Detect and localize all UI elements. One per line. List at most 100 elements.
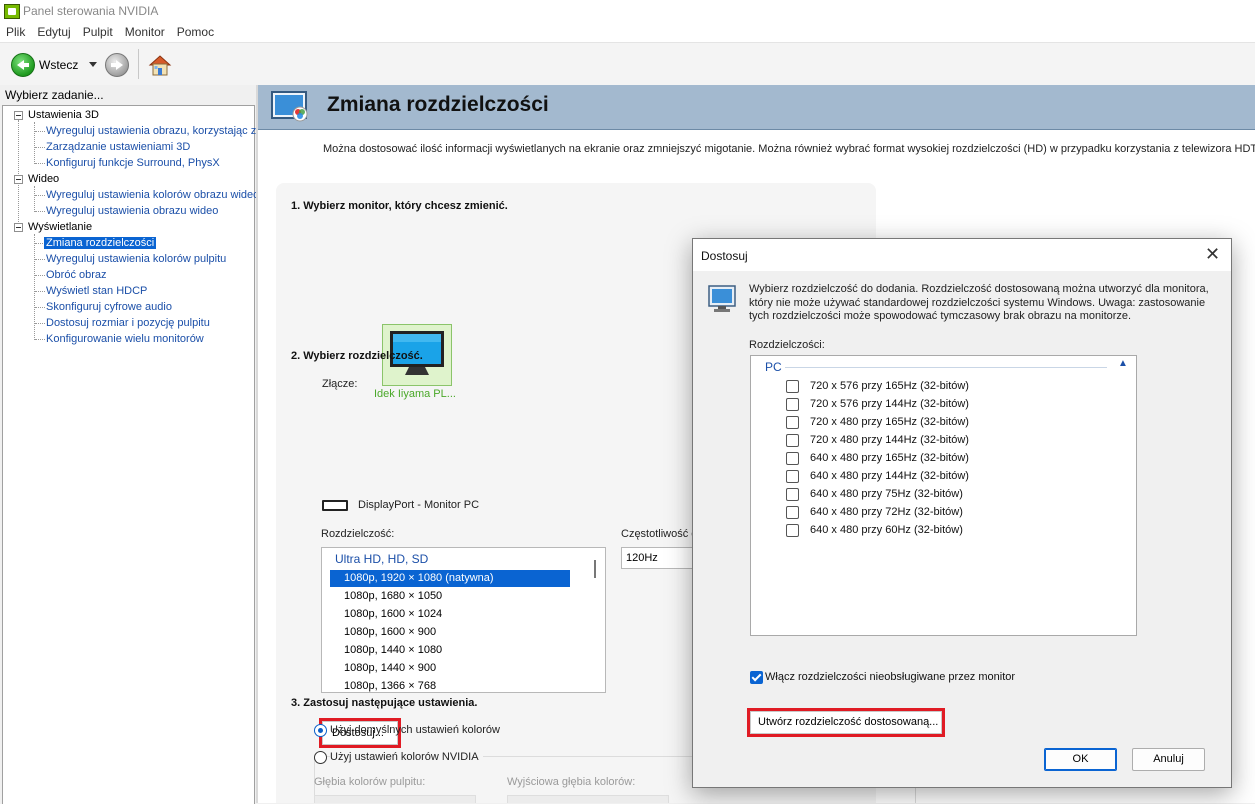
resolution-item[interactable]: 640 x 480 przy 72Hz (32-bitów) — [810, 506, 963, 518]
cancel-button[interactable]: Anuluj — [1132, 748, 1205, 771]
toolbar-separator — [138, 49, 139, 79]
sidebar-item-video-color[interactable]: Wyreguluj ustawienia kolorów obrazu wide… — [46, 189, 259, 201]
task-panel-title: Wybierz zadanie... — [5, 88, 104, 102]
collapse-icon[interactable] — [14, 175, 23, 184]
home-icon[interactable] — [148, 53, 172, 77]
resolution-item[interactable]: 640 x 480 przy 165Hz (32-bitów) — [810, 452, 969, 464]
resolution-item[interactable]: 640 x 480 przy 144Hz (32-bitów) — [810, 470, 969, 482]
sidebar-item-digital-audio[interactable]: Skonfiguruj cyfrowe audio — [46, 301, 172, 313]
resolution-checkbox[interactable] — [786, 416, 799, 429]
menu-pomoc[interactable]: Pomoc — [171, 22, 220, 42]
nvidia-logo-icon — [4, 4, 20, 19]
resolution-option[interactable]: 1080p, 1440 × 1080 — [330, 642, 570, 659]
sidebar-item-change-resolution[interactable]: Zmiana rozdzielczości — [44, 237, 157, 249]
dialog-resolutions-label: Rozdzielczości: — [749, 339, 825, 351]
desktop-depth-label: Głębia kolorów pulpitu: — [314, 776, 426, 788]
sidebar-item-multi-monitor[interactable]: Konfigurowanie wielu monitorów — [46, 333, 204, 345]
resolution-option[interactable]: 1080p, 1680 × 1050 — [330, 588, 570, 605]
sidebar-item-desktop-size[interactable]: Dostosuj rozmiar i pozycję pulpitu — [46, 317, 210, 329]
resolution-group-pc[interactable]: PC — [765, 360, 782, 374]
resolution-checkbox[interactable] — [786, 470, 799, 483]
tree-connector — [35, 211, 45, 212]
ok-button[interactable]: OK — [1044, 748, 1117, 771]
resolution-list[interactable]: Ultra HD, HD, SD 1080p, 1920 × 1080 (nat… — [321, 547, 606, 693]
resolution-item[interactable]: 720 x 480 przy 165Hz (32-bitów) — [810, 416, 969, 428]
page-banner: Zmiana rozdzielczości — [258, 85, 1255, 130]
menu-plik[interactable]: Plik — [0, 22, 31, 42]
resolution-item[interactable]: 720 x 576 przy 165Hz (32-bitów) — [810, 380, 969, 392]
back-dropdown-chevron-icon[interactable] — [89, 62, 97, 67]
tree-group-3d[interactable]: Ustawienia 3D — [28, 109, 99, 121]
sidebar-item-hdcp[interactable]: Wyświetl stan HDCP — [46, 285, 147, 297]
output-depth-label: Wyjściowa głębia kolorów: — [507, 776, 636, 788]
radio-nvidia-colors[interactable] — [314, 751, 327, 764]
collapse-icon[interactable] — [14, 111, 23, 120]
sidebar-item-surround-physx[interactable]: Konfiguruj funkcje Surround, PhysX — [46, 157, 220, 169]
radio-default-colors[interactable] — [314, 724, 327, 737]
back-arrow-icon[interactable] — [11, 53, 35, 77]
chevron-up-icon[interactable]: ▲ — [1118, 358, 1128, 369]
resolution-category: Ultra HD, HD, SD — [335, 552, 429, 566]
resolution-checkbox[interactable] — [786, 434, 799, 447]
resolution-item[interactable]: 640 x 480 przy 75Hz (32-bitów) — [810, 488, 963, 500]
tree-group-video[interactable]: Wideo — [28, 173, 59, 185]
step-3-heading: 3. Zastosuj następujące ustawienia. — [291, 697, 478, 709]
tree-connector — [35, 131, 45, 132]
tree-connector — [35, 339, 45, 340]
tree-connector — [35, 307, 45, 308]
tree-connector — [34, 234, 35, 340]
window-title: Panel sterowania NVIDIA — [23, 4, 159, 18]
page-title: Zmiana rozdzielczości — [327, 93, 549, 116]
resolution-item[interactable]: 640 x 480 przy 60Hz (32-bitów) — [810, 524, 963, 536]
sidebar-item-video-image[interactable]: Wyreguluj ustawienia obrazu wideo — [46, 205, 218, 217]
back-button-label[interactable]: Wstecz — [39, 58, 78, 72]
sidebar-item-rotate[interactable]: Obróć obraz — [46, 269, 107, 281]
sidebar-item-desktop-color[interactable]: Wyreguluj ustawienia kolorów pulpitu — [46, 253, 226, 265]
toolbar: Wstecz — [0, 42, 1255, 86]
dialog-title-bar: Dostosuj ✕ — [693, 239, 1231, 271]
tree-connector — [35, 291, 45, 292]
resolution-checkbox[interactable] — [786, 380, 799, 393]
resolution-item[interactable]: 720 x 480 przy 144Hz (32-bitów) — [810, 434, 969, 446]
refresh-rate-value: 120Hz — [626, 552, 658, 564]
task-panel-header: Wybierz zadanie... — [0, 85, 256, 105]
forward-arrow-icon[interactable] — [105, 53, 129, 77]
connector-value: DisplayPort - Monitor PC — [358, 499, 480, 511]
menu-pulpit[interactable]: Pulpit — [77, 22, 119, 42]
resolution-option[interactable]: 1080p, 1920 × 1080 (natywna) — [330, 570, 570, 587]
radio-nvidia-colors-label[interactable]: Użyj ustawień kolorów NVIDIA — [330, 751, 483, 763]
resolution-checkbox[interactable] — [786, 488, 799, 501]
tree-group-display[interactable]: Wyświetlanie — [28, 221, 92, 233]
resolution-option[interactable]: 1080p, 1600 × 900 — [330, 624, 570, 641]
display-settings-icon — [271, 91, 308, 122]
unsupported-resolutions-label[interactable]: Włącz rozdzielczości nieobsługiwane prze… — [765, 671, 1015, 683]
scrollbar-thumb[interactable] — [594, 560, 596, 578]
resolution-checkbox[interactable] — [786, 398, 799, 411]
unsupported-resolutions-checkbox[interactable] — [750, 671, 763, 684]
collapse-icon[interactable] — [14, 223, 23, 232]
resolution-option[interactable]: 1080p, 1600 × 1024 — [330, 606, 570, 623]
resolution-option[interactable]: 1080p, 1440 × 900 — [330, 660, 570, 677]
group-divider — [785, 367, 1107, 368]
tree-connector — [34, 186, 35, 212]
resolution-checkbox[interactable] — [786, 506, 799, 519]
create-custom-resolution-label: Utwórz rozdzielczość dostosowaną... — [758, 716, 939, 728]
resolution-label: Rozdzielczość: — [321, 528, 395, 540]
tree-connector — [34, 122, 35, 164]
menu-edytuj[interactable]: Edytuj — [31, 22, 76, 42]
resolution-checkbox[interactable] — [786, 524, 799, 537]
sidebar-item-adjust-image[interactable]: Wyreguluj ustawienia obrazu, korzystając… — [46, 125, 256, 137]
resolution-item[interactable]: 720 x 576 przy 144Hz (32-bitów) — [810, 398, 969, 410]
custom-resolution-list[interactable]: PC ▲ 720 x 576 przy 165Hz (32-bitów) 720… — [750, 355, 1137, 636]
resolution-option[interactable]: 1080p, 1366 × 768 — [330, 678, 570, 692]
menu-monitor[interactable]: Monitor — [119, 22, 171, 42]
page-description: Można dostosować ilość informacji wyświe… — [323, 143, 1255, 155]
resolution-scrollbar[interactable] — [590, 560, 600, 690]
monitor-name[interactable]: Idek Iiyama PL... — [374, 388, 456, 400]
close-icon[interactable]: ✕ — [1205, 245, 1220, 263]
radio-default-colors-label[interactable]: Użyj domyślnych ustawień kolorów — [330, 724, 500, 736]
resolution-checkbox[interactable] — [786, 452, 799, 465]
sidebar-item-manage-3d[interactable]: Zarządzanie ustawieniami 3D — [46, 141, 190, 153]
dialog-title: Dostosuj — [701, 249, 748, 263]
create-custom-resolution-button[interactable]: Utwórz rozdzielczość dostosowaną... — [750, 711, 942, 734]
